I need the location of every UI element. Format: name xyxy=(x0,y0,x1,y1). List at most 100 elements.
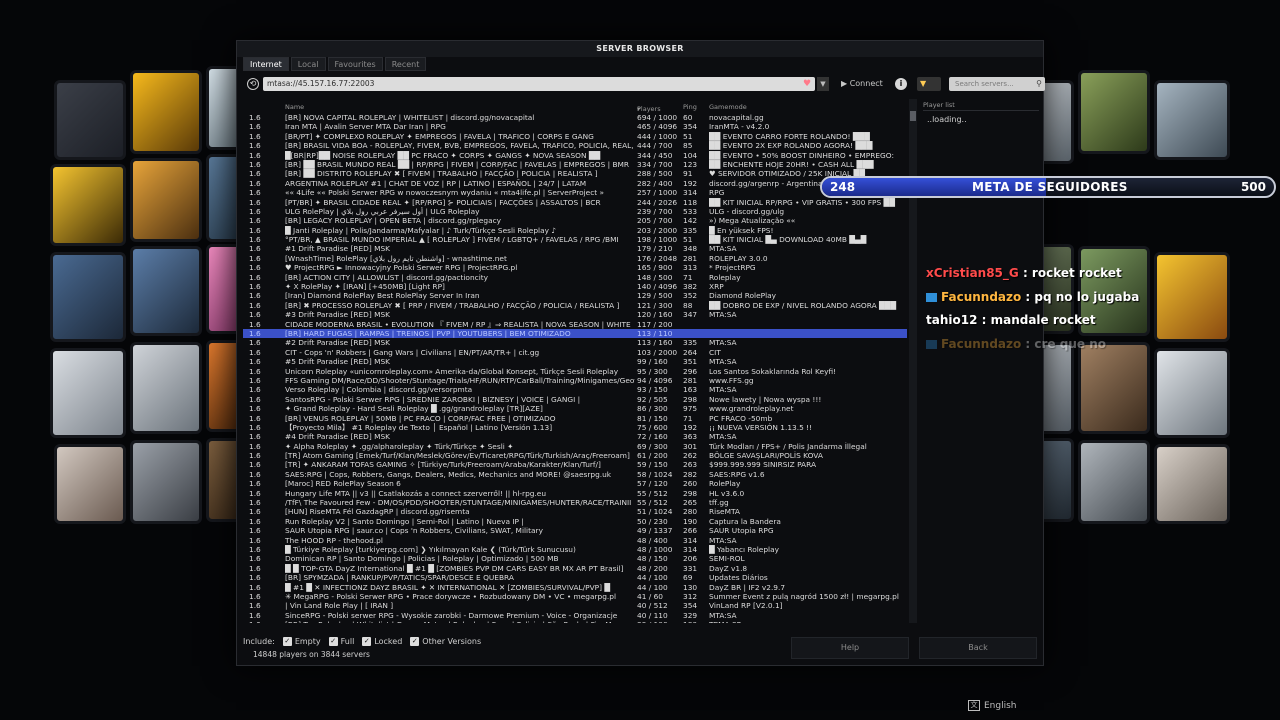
connect-button[interactable]: ▶ Connect xyxy=(841,77,883,91)
server-row[interactable]: 1.6 Hungary Life MTA || v3 || Csatlakozás… xyxy=(243,489,907,498)
server-row[interactable]: 1.6 [HUN] RiseMTA Fél GazdagRP | discord.… xyxy=(243,507,907,516)
chat-text: : cre que no xyxy=(1021,336,1106,351)
server-ping: 265 xyxy=(683,498,698,508)
server-row[interactable]: 1.6 [PT/BR] ✦ BRASIL CIDADE REAL ✦ [RP/RP… xyxy=(243,198,907,207)
filter-other-versions-checkbox[interactable]: ✓ Other Versions xyxy=(410,637,481,646)
filter-full-checkbox[interactable]: ✓ Full xyxy=(328,637,354,646)
server-row[interactable]: 1.6 The HOOD RP - thehood.pl 48 / 400 314 MT… xyxy=(243,536,907,545)
server-players: 94 / 4096 xyxy=(637,375,673,385)
server-row[interactable]: 1.6 #2 Drift Paradise [RED] MSK 113 / 160 3… xyxy=(243,338,907,347)
server-row[interactable]: 1.6 [BR] VENUS ROLEPLAY | 50MB | PC FRACO… xyxy=(243,414,907,423)
server-row[interactable]: 1.6 [TR] Atom Gaming [Emek/Turf/Klan/Mesl… xyxy=(243,451,907,460)
server-row[interactable]: 1.6 █ #1 █ ✕ INFECTIONZ DAYZ BRASIL ✦ ✕ I… xyxy=(243,583,907,592)
server-row[interactable]: 1.6 #3 Drift Paradise [RED] MSK 120 / 160 3… xyxy=(243,310,907,319)
address-field[interactable]: mtasa://45.157.16.77:22003 xyxy=(263,77,815,91)
search-input[interactable]: Search servers... ⚲ xyxy=(949,77,1045,91)
server-row[interactable]: 1.6 █[BR|RP]██ NOISE ROLEPLAY ██ PC FRACO… xyxy=(243,151,907,160)
server-players: 57 / 120 xyxy=(637,479,668,489)
server-row[interactable]: 1.6 ULG RolePlay | أول سيرفر عربي رول بلا… xyxy=(243,207,907,216)
server-row[interactable]: 1.6 [WnashTime] RolePlay [واشنطن تايم رول… xyxy=(243,254,907,263)
column-gamemode[interactable]: Gamemode xyxy=(709,103,747,111)
tab-recent[interactable]: Recent xyxy=(384,57,427,71)
server-row[interactable]: 1.6 SantosRPG - Polski Serwer RPG | SREDN… xyxy=(243,395,907,404)
tab-favourites[interactable]: Favourites xyxy=(327,57,383,71)
server-row[interactable]: 1.6 [Iran] Diamond RolePlay Best RolePlay… xyxy=(243,291,907,300)
server-row[interactable]: 1.6 SAUR Utopia RPG | saur.co | Cops 'n R… xyxy=(243,526,907,535)
server-row[interactable]: 1.6 Run Roleplay V2 | Santo Domingo | Sem… xyxy=(243,517,907,526)
server-row[interactable]: 1.6 [BR] SPYMZADA | RANKUP/PVP/TATICS/SPA… xyxy=(243,573,907,582)
back-button[interactable]: Back xyxy=(919,637,1037,659)
server-row[interactable]: 1.6 █ Türkiye Roleplay [turkiyerpg.com] ❯… xyxy=(243,545,907,554)
server-row[interactable]: 1.6 [BR] LEGACY ROLEPLAY | OPEN BETA | di… xyxy=(243,216,907,225)
server-row[interactable]: 1.6 Iran MTA | Avalin Server MTA Dar Iran… xyxy=(243,122,907,131)
server-row[interactable]: 1.6 ✦ Grand Roleplay - Hard Sesli Rolepla… xyxy=(243,404,907,413)
server-ping: 363 xyxy=(683,432,698,442)
server-row[interactable]: 1.6 SAES:RPG | Cops, Robbers, Gangs, Deal… xyxy=(243,470,907,479)
server-row[interactable]: 1.6 FFS Gaming DM/Race/DD/Shooter/Stuntag… xyxy=(243,376,907,385)
server-row[interactable]: 1.6/TfF\ The Favoured Few - DM/OS/PDD/SH… xyxy=(243,498,907,507)
server-row[interactable]: 1.6 █ Janti Roleplay | Polis/Jandarma/Maf… xyxy=(243,226,907,235)
server-row[interactable]: 1.6 [BR] Top Roleplay | Whitelist | Grau … xyxy=(243,620,907,623)
column-ping[interactable]: Ping xyxy=(683,103,697,111)
server-name: SAUR Utopia RPG | saur.co | Cops 'n Robb… xyxy=(285,526,543,536)
server-row[interactable]: 1.6 ✦ X RolePlay ✦ [IRAN] [+450MB] [Light… xyxy=(243,282,907,291)
server-row[interactable]: 1.6 Unicorn Roleplay «unicornroleplay.com… xyxy=(243,367,907,376)
server-row[interactable]: 1.6 [BR] ACTION CITY | ALLOWLIST | discor… xyxy=(243,273,907,282)
server-row[interactable]: 1.6 CIDADE MODERNA BRASIL • EVOLUTION 『 F… xyxy=(243,320,907,329)
chevron-down-icon[interactable]: ▼ xyxy=(817,77,829,91)
server-ping: 975 xyxy=(683,404,698,414)
server-row[interactable]: 1.6 [BR] BRASIL VIDA BOA - ROLEPLAY, FIVE… xyxy=(243,141,907,150)
filter-locked-checkbox[interactable]: ✓ Locked xyxy=(362,637,402,646)
server-row[interactable]: 1.6 [Maroc] RED RolePlay Season 6 57 / 120… xyxy=(243,479,907,488)
server-row[interactable]: 1.6 | Vin Land Role Play | [ IRAN ] 40 / 5… xyxy=(243,601,907,610)
server-row[interactable]: 1.6 [TR] ✦ ANKARAM TOFAS GAMING ✧ [Türkiy… xyxy=(243,460,907,469)
server-players: 288 / 500 xyxy=(637,169,673,179)
server-players: 334 / 700 xyxy=(637,159,673,169)
server-row[interactable]: 1.6 [BR] NOVA CAPITAL ROLEPLAY | WHITELIS… xyxy=(243,113,907,122)
server-row[interactable]: 1.6 [BR] ██ BRASIL MUNDO REAL ██ | RP/RPG… xyxy=(243,160,907,169)
server-row[interactable]: 1.6 ✳ MegaRPG - Polski Serwer RPG • Prace… xyxy=(243,592,907,601)
server-row[interactable]: 1.6 °PT/BR, ▲ BRASIL MUNDO IMPERIAL ▲ [ R… xyxy=(243,235,907,244)
server-name: █ █ TOP-GTA DayZ International █ #1 █ [Z… xyxy=(285,563,624,573)
server-row[interactable]: 1.6 [BR] HARD FUGAS | RAMPAS | TREINOS | … xyxy=(243,328,907,339)
back-arrow-icon[interactable]: ⟲ xyxy=(247,78,259,90)
server-name: [WnashTime] RolePlay [واشنطن تايم رول بل… xyxy=(285,253,507,263)
server-row[interactable]: 1.6 «« 4Life «« Polski Serwer RPG w nowoc… xyxy=(243,188,907,197)
server-row[interactable]: 1.6 [BR] ██ DISTRITO ROLEPLAY ✖ [ FIVEM |… xyxy=(243,169,907,178)
help-button[interactable]: Help xyxy=(791,637,909,659)
checkmark-icon: ✓ xyxy=(282,637,292,646)
column-name[interactable]: Name xyxy=(285,103,304,111)
server-row[interactable]: 1.6 Dominican RP | Santo Domingo | Polici… xyxy=(243,554,907,563)
server-version: 1.6 xyxy=(249,498,261,508)
server-players: 282 / 400 xyxy=(637,178,673,188)
scrollbar-thumb[interactable] xyxy=(910,111,916,121)
server-row[interactable]: 1.6 ✦ Alpha Roleplay ✦ .gg/alpharoleplay … xyxy=(243,442,907,451)
tab-local[interactable]: Local xyxy=(290,57,326,71)
server-players: 117 / 200 xyxy=(637,319,673,329)
server-row[interactable]: 1.6 #5 Drift Paradise [RED] MSK 99 / 160 35… xyxy=(243,357,907,366)
server-ping: 280 xyxy=(683,507,698,517)
server-row[interactable]: 1.6 Verso Roleplay | Colombia | discord.g… xyxy=(243,385,907,394)
filter-icon[interactable]: ▼ xyxy=(917,77,941,91)
server-row[interactable]: 1.6 SinceRPG - Polski serwer RPG - Wysoki… xyxy=(243,611,907,620)
tab-internet[interactable]: Internet xyxy=(243,57,289,71)
server-players: 41 / 60 xyxy=(637,591,663,601)
language-indicator[interactable]: 文 English xyxy=(968,700,1017,711)
server-row[interactable]: 1.6 CIT - Cops 'n' Robbers | Gang Wars | … xyxy=(243,348,907,357)
server-name: Unicorn Roleplay «unicornroleplay.com» A… xyxy=(285,366,619,376)
server-row[interactable]: 1.6 #4 Drift Paradise [RED] MSK 72 / 160 36… xyxy=(243,432,907,441)
server-row[interactable]: 1.6 【Proyecto Mila】 #1 Roleplay de Texto … xyxy=(243,423,907,432)
server-row[interactable]: 1.6 ARGENTINA ROLEPLAY #1 | CHAT DE VOZ |… xyxy=(243,179,907,188)
chat-message: Facunndazo : pq no lo jugaba xyxy=(926,288,1206,312)
server-version: 1.6 xyxy=(249,216,261,226)
favourite-heart-icon[interactable]: ♥ xyxy=(803,77,811,91)
server-row[interactable]: 1.6 [BR/PT] ✦ COMPLEXO ROLEPLAY ✦ EMPREGO… xyxy=(243,132,907,141)
server-row[interactable]: 1.6 █ █ TOP-GTA DayZ International █ #1 █… xyxy=(243,564,907,573)
filter-empty-checkbox[interactable]: ✓ Empty xyxy=(282,637,321,646)
server-row[interactable]: 1.6 ♥ ProjectRPG ► Innowacyjny Polski Ser… xyxy=(243,263,907,272)
info-icon[interactable]: i xyxy=(895,78,907,90)
server-players: 244 / 2026 xyxy=(637,197,678,207)
server-gamemode: MTA:SA xyxy=(709,244,737,254)
server-row[interactable]: 1.6 [BR] ✖ PROCESSO ROLEPLAY ✖ [ PRP / FI… xyxy=(243,301,907,310)
server-row[interactable]: 1.6 #1 Drift Paradise [RED] MSK 179 / 210 3… xyxy=(243,244,907,253)
